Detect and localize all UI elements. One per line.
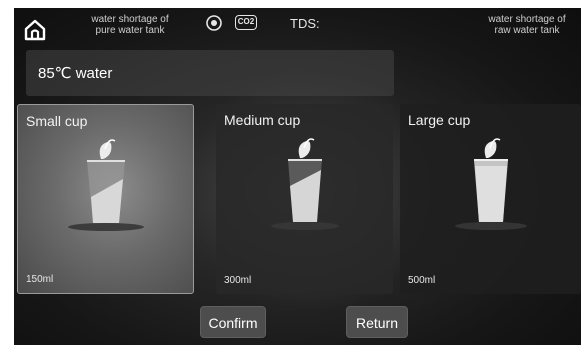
return-button[interactable]: Return <box>346 306 408 338</box>
water-mode-label: 85℃ water <box>38 65 113 82</box>
tds-label: TDS: <box>290 16 320 31</box>
water-mode-display: 85℃ water <box>26 50 394 96</box>
large-cup-icon <box>454 138 527 230</box>
cup-option-volume: 500ml <box>408 275 436 286</box>
co2-icon: CO2 <box>235 15 257 30</box>
cup-option-label: Large cup <box>408 112 471 128</box>
cup-option-label: Small cup <box>26 113 88 129</box>
water-dispenser-screen: water shortage of pure water tank CO2 TD… <box>14 8 581 345</box>
cup-option-medium[interactable]: Medium cup 300ml <box>216 104 393 294</box>
cup-option-large[interactable]: Large cup 500ml <box>400 104 581 294</box>
cup-option-label: Medium cup <box>224 112 301 128</box>
cup-option-volume: 150ml <box>26 274 54 285</box>
cup-option-small[interactable]: Small cup 150ml <box>17 104 194 294</box>
cup-option-volume: 300ml <box>224 275 252 286</box>
raw-tank-warning: water shortage of raw water tank <box>488 14 566 36</box>
confirm-button[interactable]: Confirm <box>200 306 266 338</box>
small-cup-icon <box>67 139 144 231</box>
pure-tank-warning: water shortage of pure water tank <box>91 14 169 36</box>
home-icon[interactable] <box>22 17 48 43</box>
medium-cup-icon <box>270 138 339 230</box>
target-icon <box>206 15 222 31</box>
